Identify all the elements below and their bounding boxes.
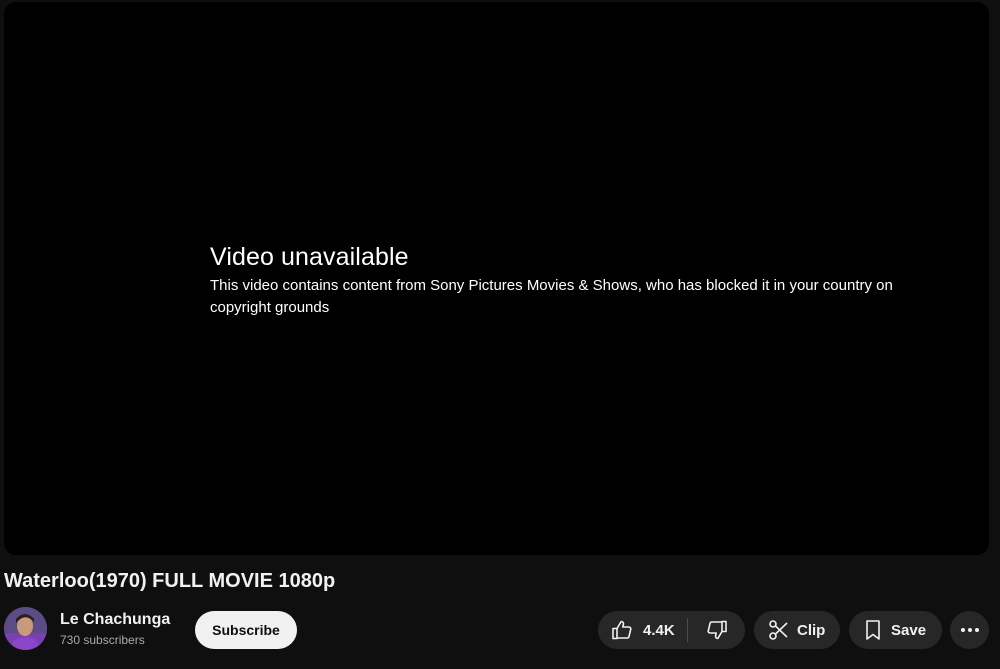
error-title: Video unavailable (210, 243, 409, 271)
dislike-button[interactable] (688, 611, 745, 649)
like-button[interactable]: 4.4K (598, 611, 687, 649)
like-dislike-group: 4.4K (598, 611, 745, 649)
like-count: 4.4K (643, 621, 675, 639)
save-button[interactable]: Save (849, 611, 942, 649)
save-label: Save (891, 621, 927, 639)
more-actions-button[interactable] (950, 611, 989, 649)
error-message: Video unavailable This video contains co… (210, 241, 930, 319)
video-player[interactable]: Video unavailable This video contains co… (4, 2, 989, 555)
thumbs-down-icon (705, 618, 729, 642)
error-detail: This video contains content from Sony Pi… (210, 277, 893, 316)
clip-label: Clip (797, 621, 826, 639)
clip-button[interactable]: Clip (754, 611, 840, 649)
video-title: Waterloo(1970) FULL MOVIE 1080p (4, 570, 336, 592)
bookmark-icon (861, 618, 885, 642)
subscribe-button[interactable]: Subscribe (195, 611, 297, 649)
scissors-icon (767, 618, 791, 642)
subscriber-count: 730 subscribers (60, 633, 145, 647)
more-horizontal-icon (958, 618, 982, 642)
channel-name[interactable]: Le Chachunga (60, 611, 170, 629)
thumbs-up-icon (610, 618, 634, 642)
channel-avatar[interactable] (4, 607, 47, 650)
